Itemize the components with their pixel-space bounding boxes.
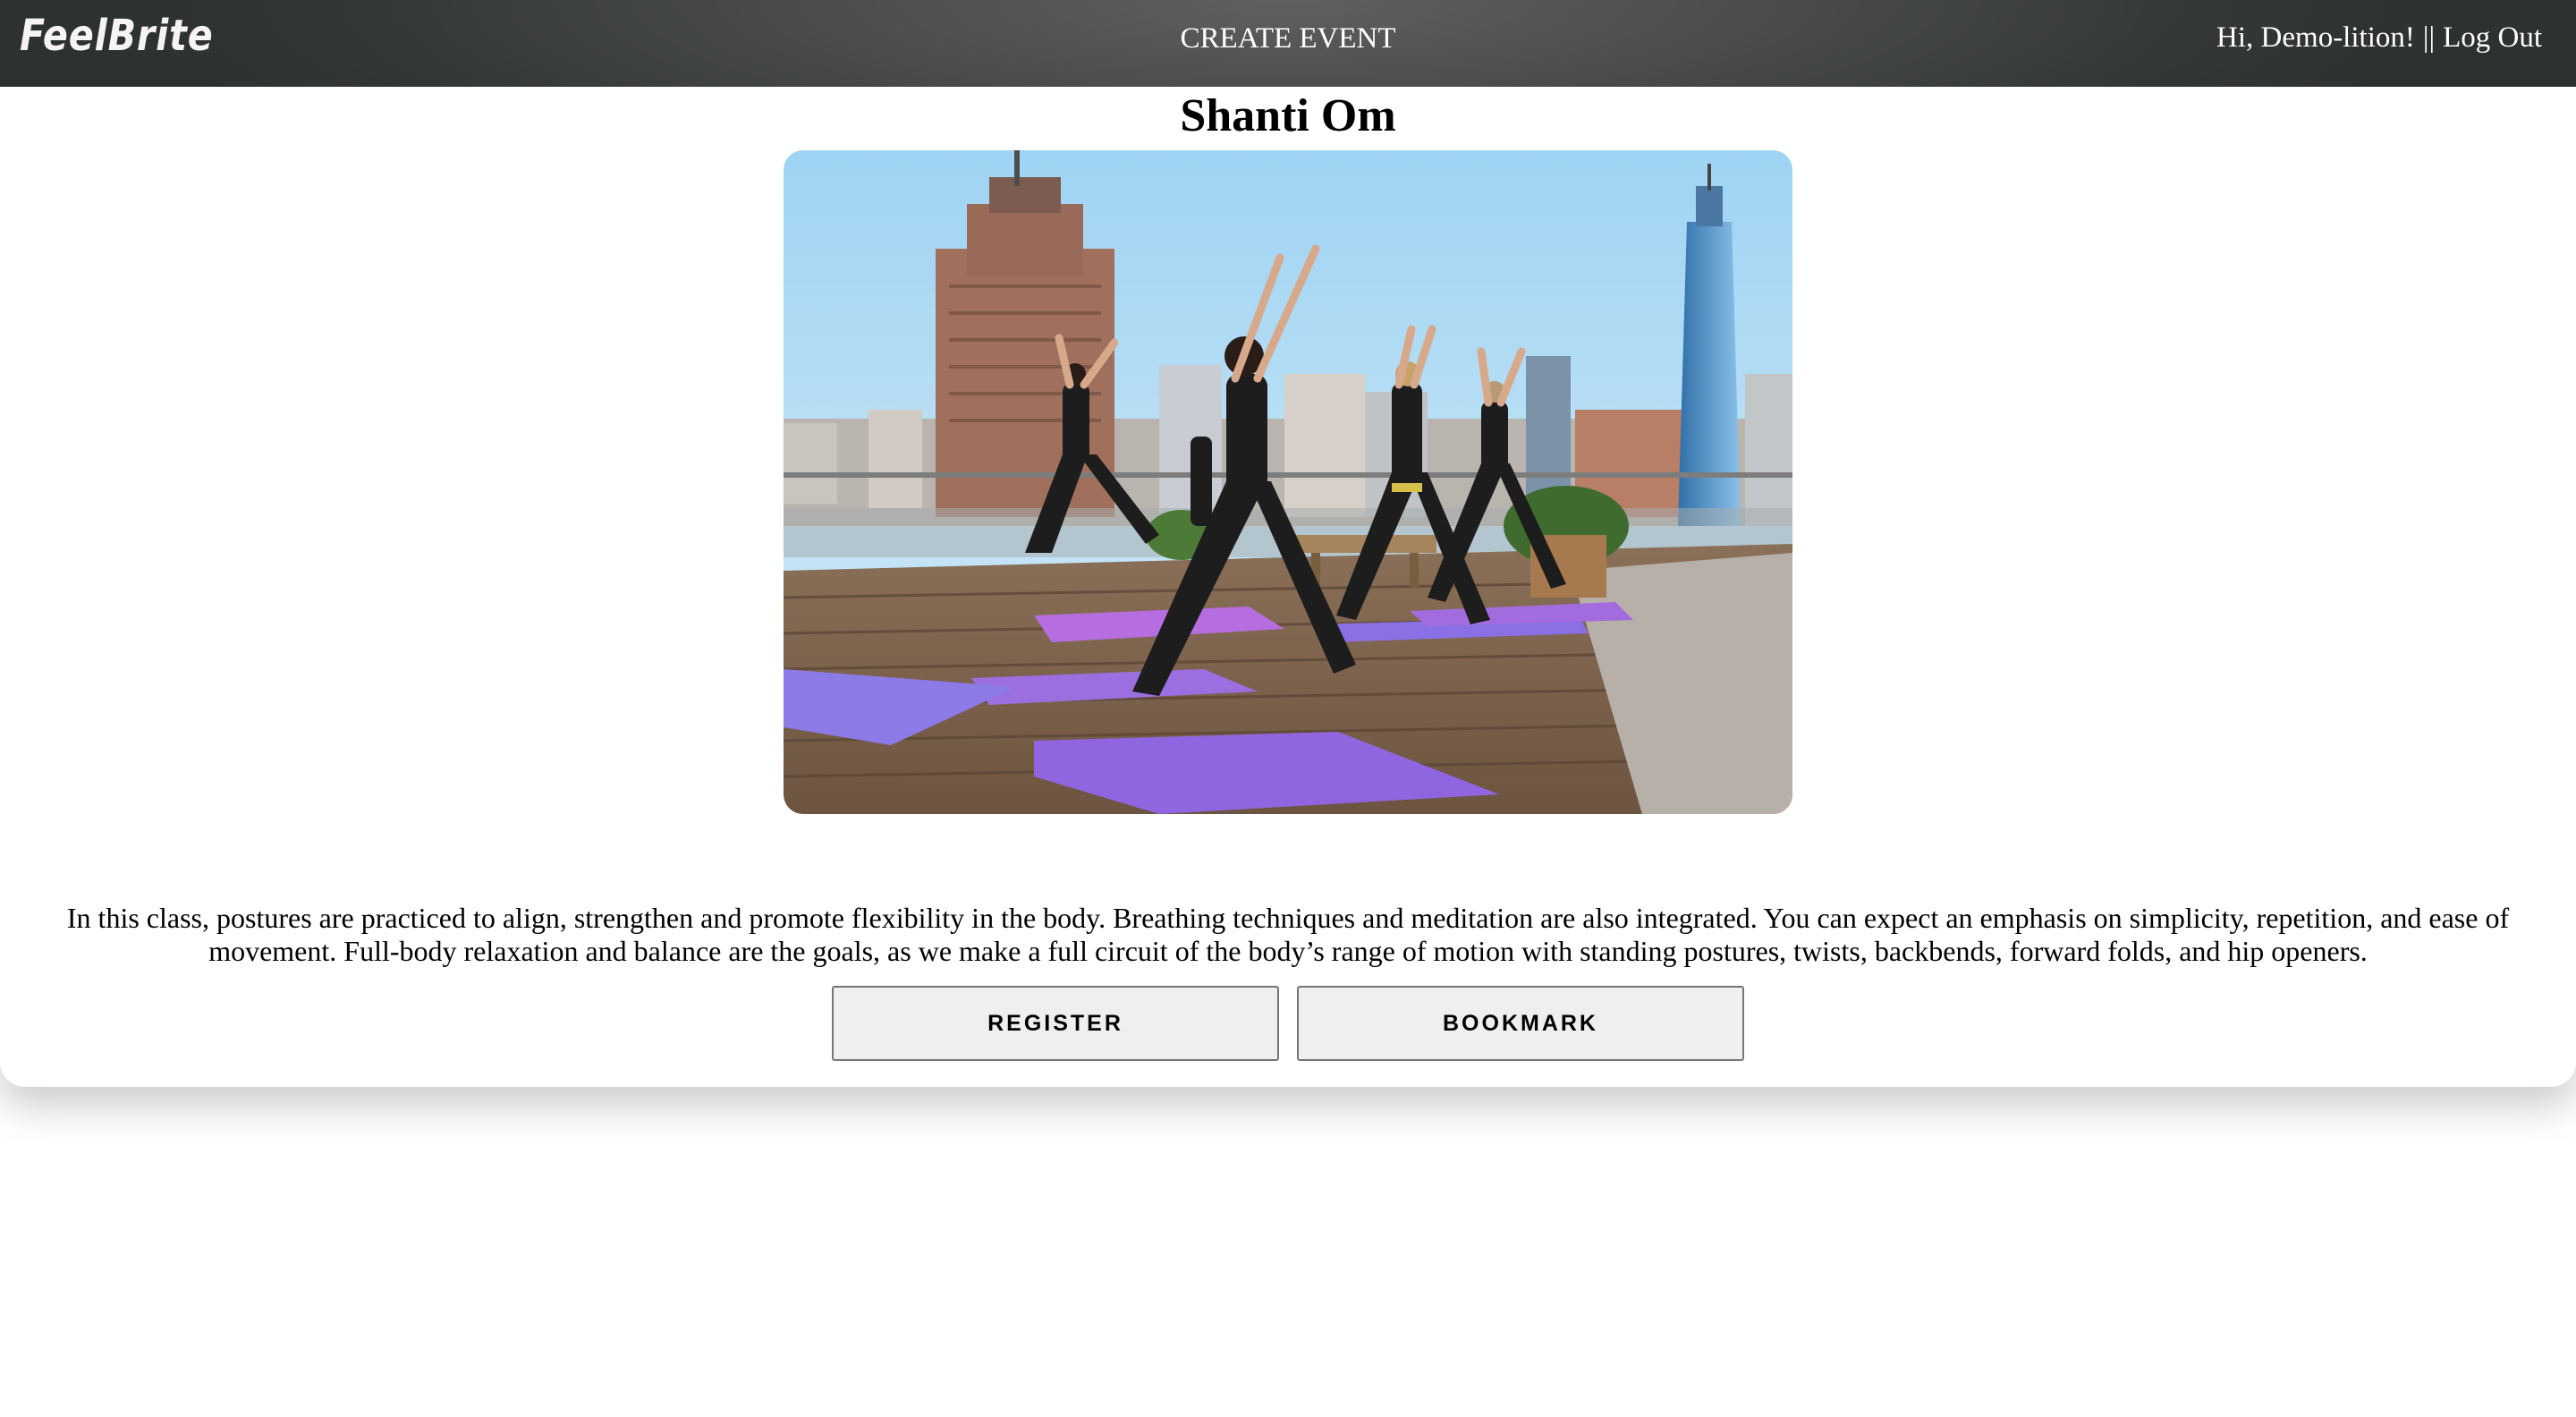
event-title: Shanti Om (1180, 90, 1396, 141)
user-greeting: Hi, Demo-lition! (2216, 21, 2415, 54)
register-button[interactable]: REGISTER (832, 986, 1279, 1061)
nav-center: CREATE EVENT (0, 22, 2576, 55)
nav-separator: || (2422, 21, 2436, 54)
create-event-link[interactable]: CREATE EVENT (1180, 22, 1395, 55)
event-description: In this class, postures are practiced to… (66, 902, 2510, 967)
top-navigation-bar: FeelBrite CREATE EVENT Hi, Demo-lition! |… (0, 0, 2576, 87)
logout-link[interactable]: Log Out (2443, 21, 2542, 54)
event-detail-card: Shanti Om In this class, postures are pr… (0, 87, 2576, 1087)
event-image (784, 150, 1792, 814)
user-menu: Hi, Demo-lition! || Log Out (2216, 21, 2542, 55)
bookmark-button[interactable]: BOOKMARK (1297, 986, 1744, 1061)
